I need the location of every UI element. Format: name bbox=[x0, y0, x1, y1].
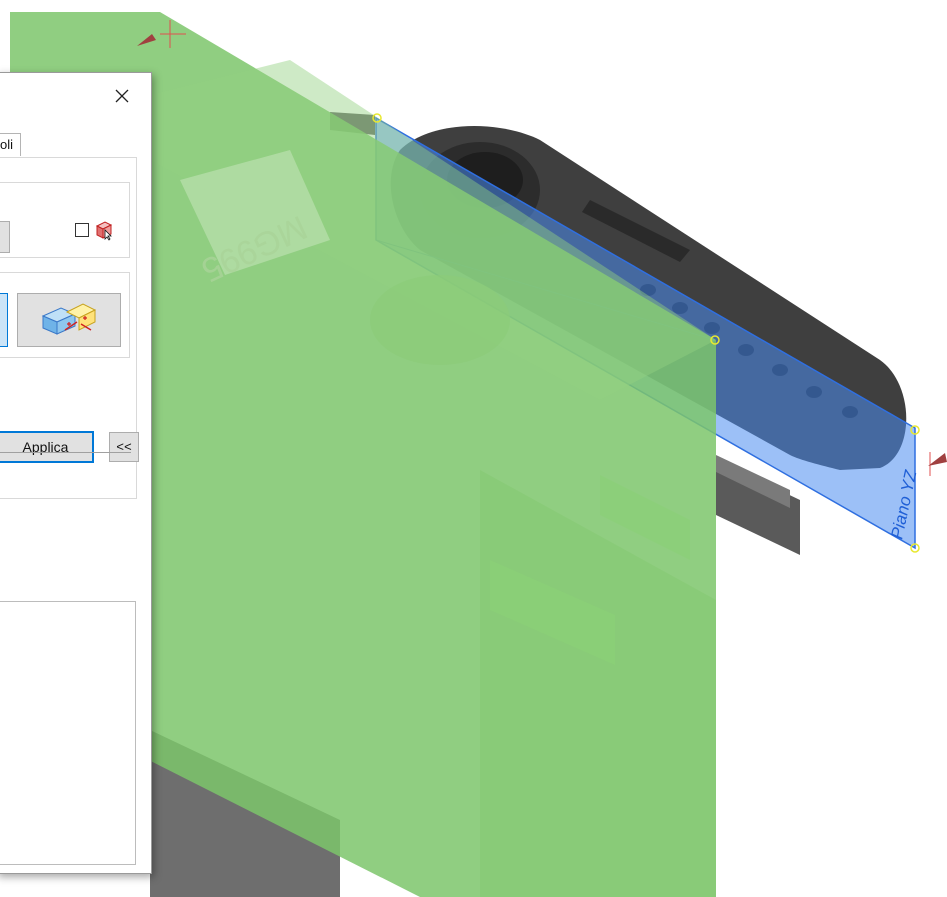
divider bbox=[0, 452, 131, 453]
mode-group bbox=[0, 272, 130, 358]
select-button[interactable] bbox=[0, 221, 10, 253]
mode-button-active[interactable] bbox=[0, 293, 8, 347]
close-icon bbox=[115, 89, 129, 103]
select-body-checkbox[interactable] bbox=[75, 223, 89, 237]
section-mode-icon bbox=[41, 303, 97, 335]
list-box[interactable] bbox=[0, 601, 136, 865]
select-body-icon bbox=[95, 221, 113, 241]
servo-gear-boss bbox=[370, 275, 510, 365]
section-mode-button[interactable] bbox=[17, 293, 121, 347]
section-view-dialog: oli Applica << bbox=[0, 72, 152, 874]
tab-tools[interactable]: oli bbox=[0, 133, 21, 156]
close-button[interactable] bbox=[107, 81, 137, 111]
apply-button[interactable]: Applica bbox=[0, 431, 94, 463]
axis-marker-right bbox=[928, 452, 947, 476]
selection-group bbox=[0, 182, 130, 258]
collapse-button[interactable]: << bbox=[109, 432, 139, 462]
